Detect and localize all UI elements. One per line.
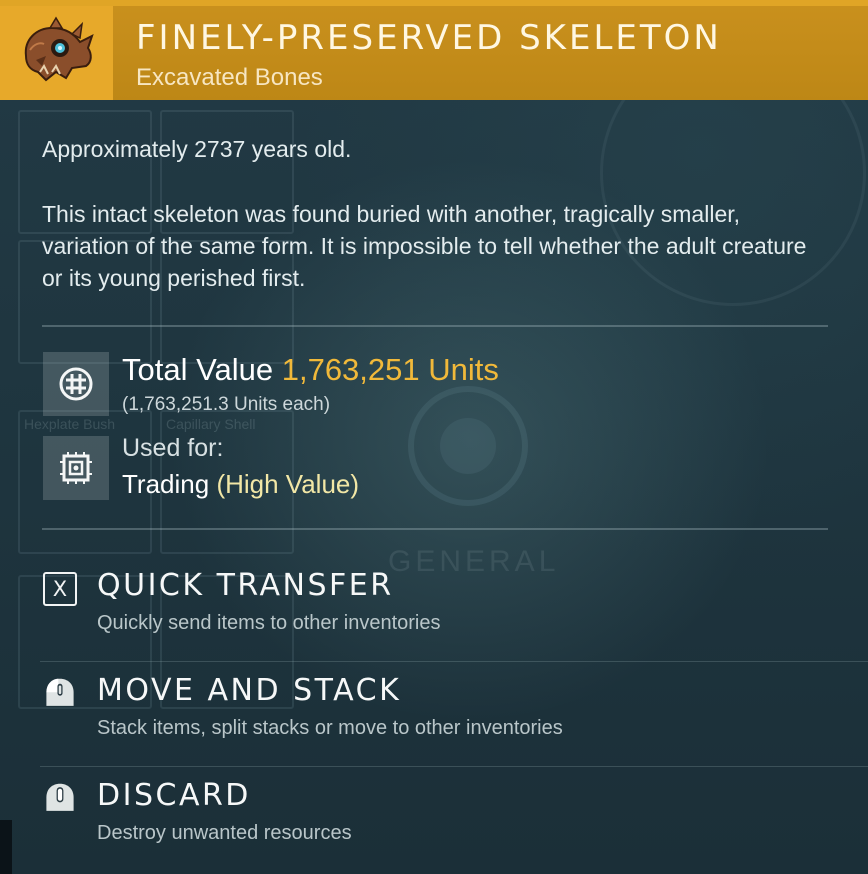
value-badge — [43, 352, 109, 416]
divider — [42, 325, 828, 327]
background-slot-label: Hexplate Bush — [24, 416, 116, 432]
quick-transfer-description: Quickly send items to other inventories — [97, 612, 441, 634]
age-prefix: Approximately — [42, 136, 188, 162]
move-and-stack-description: Stack items, split stacks or move to oth… — [97, 717, 563, 739]
total-value: Total Value 1,763,251 Units — [122, 352, 499, 388]
discard-action[interactable]: DISCARD Destroy unwanted resources — [40, 778, 840, 870]
unit-value-each: (1,763,251.3 Units each) — [122, 394, 331, 415]
usage-trading: Trading — [122, 469, 210, 499]
units-icon — [59, 367, 93, 401]
discard-title: DISCARD — [97, 778, 251, 813]
action-separator — [40, 661, 868, 662]
background-slot-label: Capillary Shell — [166, 416, 256, 432]
item-description: This intact skeleton was found buried wi… — [42, 201, 807, 291]
quick-transfer-action[interactable]: X QUICK TRANSFER Quickly send items to o… — [40, 568, 840, 660]
item-title: FINELY-PRESERVED SKELETON — [136, 18, 722, 58]
move-and-stack-action[interactable]: MOVE AND STACK Stack items, split stacks… — [40, 673, 840, 765]
usage-qualifier: (High Value) — [216, 469, 360, 499]
age-suffix: years old. — [251, 136, 352, 162]
item-age: Approximately 2737 years old. — [42, 136, 351, 163]
move-and-stack-title: MOVE AND STACK — [97, 673, 402, 708]
item-tooltip-screen: Hexplate Bush Capillary Shell GENERAL FI… — [0, 0, 868, 874]
background-edge — [0, 820, 12, 874]
x-key-icon: X — [43, 572, 77, 606]
background-gear-icon — [408, 386, 528, 506]
divider — [42, 528, 828, 530]
age-years: 2737 — [194, 136, 246, 162]
mouse-middle-icon — [46, 783, 74, 811]
usage-badge — [43, 436, 109, 500]
quick-transfer-title: QUICK TRANSFER — [97, 568, 394, 603]
total-value-label: Total Value — [122, 352, 274, 387]
item-header: FINELY-PRESERVED SKELETON Excavated Bone… — [0, 6, 868, 100]
item-icon-box — [0, 6, 113, 100]
usage-label: Used for: — [122, 434, 224, 462]
mouse-left-icon — [46, 678, 74, 706]
skull-icon — [24, 16, 94, 82]
total-value-amount: 1,763,251 Units — [281, 352, 499, 387]
item-category: Excavated Bones — [136, 64, 323, 91]
background-gear-hub — [440, 418, 496, 474]
usage-value: Trading (High Value) — [122, 469, 359, 500]
trade-chip-icon — [60, 452, 92, 484]
action-separator — [40, 766, 868, 767]
discard-description: Destroy unwanted resources — [97, 822, 352, 844]
